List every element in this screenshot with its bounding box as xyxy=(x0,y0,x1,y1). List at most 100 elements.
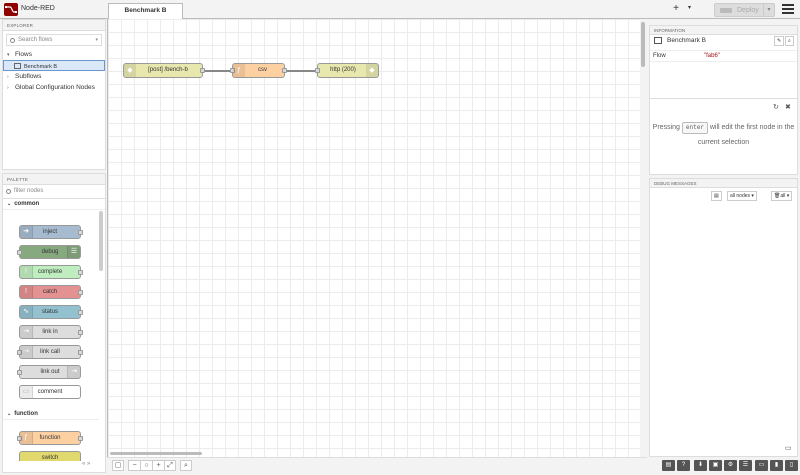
debug-open-window-icon[interactable]: ▭ xyxy=(785,444,792,452)
output-port xyxy=(78,436,83,441)
search-flow-icon[interactable]: ⌕ xyxy=(785,36,794,46)
search-options-caret-icon[interactable]: ▾ xyxy=(95,37,98,43)
expand-icon[interactable]: ▾ xyxy=(7,52,15,58)
palette-scrollbar[interactable] xyxy=(99,211,103,271)
explorer-heading-label: EXPLORER xyxy=(7,23,34,28)
palette-node-link-call[interactable]: ⇢ link call xyxy=(17,345,83,359)
tree-item-benchmark-b[interactable]: Benchmark B xyxy=(3,60,105,71)
tree-item-global-config[interactable]: › Global Configuration Nodes xyxy=(3,82,105,93)
http-in-icon: ◆ xyxy=(124,64,136,77)
output-port xyxy=(78,230,83,235)
palette-category-function[interactable]: ⌄ function xyxy=(3,409,99,420)
flow-canvas[interactable] xyxy=(107,19,640,457)
navigator-button[interactable]: ▢ xyxy=(112,460,124,471)
node-red-logo-icon xyxy=(4,3,18,16)
debug-panel: DEBUG MESSAGES xyxy=(649,178,798,457)
toggle-palette-icon[interactable]: ▮ xyxy=(770,460,783,471)
category-toggle-icon[interactable]: ⌄ xyxy=(7,411,11,417)
palette-node-debug[interactable]: debug ☰ xyxy=(17,245,81,259)
tip-text-after: will edit the first node in the current … xyxy=(697,124,795,146)
output-port[interactable] xyxy=(282,68,287,73)
input-port[interactable] xyxy=(315,68,320,73)
sidebar-context-tab-icon[interactable]: ⚙ xyxy=(724,460,737,471)
catch-icon: ! xyxy=(20,286,33,298)
wire[interactable] xyxy=(201,70,233,72)
palette-category-common[interactable]: ⌄ common xyxy=(3,199,105,210)
search-canvas-button[interactable]: ⌕ xyxy=(180,460,192,471)
palette-node-link-out[interactable]: link out ⇥ xyxy=(17,365,81,379)
search-flows-input[interactable]: Search flows ▾ xyxy=(6,34,102,46)
explorer-heading: EXPLORER xyxy=(3,20,105,31)
tree-item-label: Global Configuration Nodes xyxy=(15,84,95,91)
zoom-in-button[interactable]: + xyxy=(152,460,164,471)
palette-node-complete[interactable]: ! complete xyxy=(19,265,83,279)
refresh-tip-icon[interactable]: ↻ xyxy=(773,103,779,111)
output-port xyxy=(78,270,83,275)
collapse-icon[interactable]: › xyxy=(7,85,15,91)
zoom-reset-button[interactable]: ○ xyxy=(140,460,152,471)
palette-node-label: link call xyxy=(40,349,60,355)
palette-node-catch[interactable]: ! catch xyxy=(19,285,83,299)
comment-icon: ▭ xyxy=(20,386,33,398)
explorer-panel: EXPLORER Search flows ▾ ▾ Flows Benchmark… xyxy=(2,19,106,170)
palette-node-comment[interactable]: ▭ comment xyxy=(19,385,81,399)
toggle-layout-icon[interactable]: ▯ xyxy=(785,460,798,471)
category-toggle-icon[interactable]: ⌄ xyxy=(7,201,11,207)
flow-node-csv[interactable]: ƒ csv xyxy=(230,63,287,78)
zoom-fit-button[interactable]: ⤢ xyxy=(164,460,176,471)
debug-heading-label: DEBUG MESSAGES xyxy=(654,181,697,186)
info-tip: Pressing enter will edit the first node … xyxy=(652,120,795,150)
info-property-value: "fab6" xyxy=(704,53,720,59)
palette-node-label: status xyxy=(41,309,58,315)
palette-heading-label: PALETTE xyxy=(7,177,29,182)
palette-node-label: function xyxy=(39,435,61,441)
link-in-icon: ⇥ xyxy=(20,326,33,338)
debug-clear-dropdown[interactable]: 🗑all ▾ xyxy=(771,191,793,201)
collapse-icon[interactable]: › xyxy=(7,74,15,80)
sidebar-help-tab-icon[interactable]: ? xyxy=(677,460,690,471)
deploy-caret-icon[interactable]: ▾ xyxy=(763,4,774,16)
toggle-sidebar-icon[interactable]: ▭ xyxy=(755,460,768,471)
palette-node-switch[interactable]: switch xyxy=(19,451,81,461)
palette-node-label: link out xyxy=(40,369,60,375)
inject-icon: ➔ xyxy=(20,226,33,238)
output-port xyxy=(78,290,83,295)
add-flow-caret-icon[interactable]: ▾ xyxy=(688,4,691,11)
palette-node-inject[interactable]: ➔ inject xyxy=(19,225,83,239)
palette-node-status[interactable]: ∿ status xyxy=(19,305,83,319)
search-flows-placeholder: Search flows xyxy=(18,37,53,43)
flow-node-http-in[interactable]: ◆ [post] /bench-b xyxy=(123,63,205,78)
add-flow-button[interactable]: + xyxy=(670,4,682,16)
tree-item-flows[interactable]: ▾ Flows xyxy=(3,49,105,60)
flow-node-http-response[interactable]: http (200) ◆ xyxy=(315,63,379,78)
canvas-vertical-scrollbar[interactable] xyxy=(641,19,646,457)
debug-filter-type-icon[interactable]: ▤ xyxy=(711,191,722,201)
close-tip-icon[interactable]: ✖ xyxy=(785,103,791,111)
flow-node-label: http (200) xyxy=(330,67,356,73)
palette-node-label: switch xyxy=(41,455,59,461)
sidebar-config-tab-icon[interactable]: ▣ xyxy=(709,460,722,471)
debug-filter-label: all nodes xyxy=(730,193,751,199)
deploy-button[interactable]: Deploy ▾ xyxy=(714,3,775,17)
input-port xyxy=(17,370,22,375)
palette-node-function[interactable]: ƒ function xyxy=(17,431,83,445)
filter-nodes-input[interactable]: filter nodes xyxy=(3,185,105,199)
category-label: function xyxy=(14,411,38,417)
complete-icon: ! xyxy=(20,266,33,278)
sidebar-debug-tab-icon[interactable]: ⬇ xyxy=(694,460,707,471)
zoom-out-button[interactable]: − xyxy=(128,460,140,471)
tip-text-before: Pressing xyxy=(652,124,680,131)
canvas-horizontal-scroll-thumb[interactable] xyxy=(110,452,202,455)
canvas-vertical-scroll-thumb[interactable] xyxy=(641,22,645,67)
tab-benchmark-b[interactable]: Benchmark B xyxy=(108,3,183,19)
tree-item-subflows[interactable]: › Subflows xyxy=(3,71,105,82)
sidebar-info-tab-icon[interactable]: ▤ xyxy=(662,460,675,471)
link-call-icon: ⇢ xyxy=(20,346,33,358)
palette-node-link-in[interactable]: ⇥ link in xyxy=(19,325,83,339)
sidebar-more-tab-icon[interactable]: ☰ xyxy=(739,460,752,471)
output-port[interactable] xyxy=(200,68,205,73)
edit-flow-icon[interactable]: ✎ xyxy=(774,36,785,46)
palette-collapse-controls[interactable]: « » xyxy=(82,461,104,471)
main-menu-button[interactable] xyxy=(782,4,794,15)
debug-filter-nodes-dropdown[interactable]: all nodes ▾ xyxy=(727,191,757,201)
